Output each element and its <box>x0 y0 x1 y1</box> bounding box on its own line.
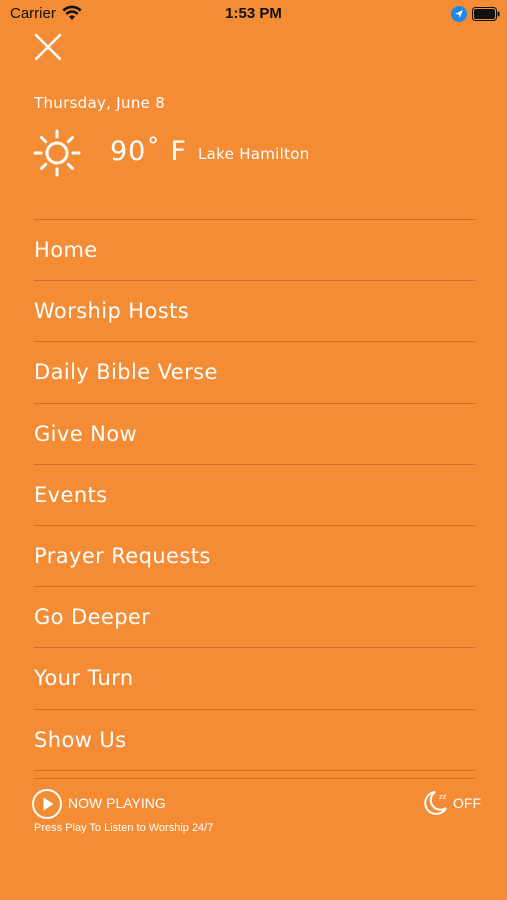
divider <box>34 778 475 779</box>
menu-item-daily-bible-verse[interactable]: Daily Bible Verse <box>34 342 475 404</box>
menu-item-events[interactable]: Events <box>34 465 475 526</box>
location-services-icon <box>451 6 467 22</box>
sleep-timer-label: OFF <box>453 795 481 811</box>
temperature: 90˚ F <box>110 136 187 167</box>
play-button[interactable] <box>31 788 63 820</box>
battery-icon <box>472 7 500 21</box>
sun-icon <box>33 129 81 177</box>
close-button[interactable] <box>33 32 63 62</box>
svg-text:zz: zz <box>439 793 447 801</box>
menu-item-prayer-requests[interactable]: Prayer Requests <box>34 526 475 588</box>
weather-location: Lake Hamilton <box>198 145 310 163</box>
menu-item-show-us[interactable]: Show Us <box>34 710 475 771</box>
close-icon <box>34 33 62 61</box>
menu-item-your-turn[interactable]: Your Turn <box>34 648 475 710</box>
sleep-moon-icon: zz <box>424 791 447 815</box>
menu-item-home[interactable]: Home <box>34 220 475 282</box>
menu-item-worship-hosts[interactable]: Worship Hosts <box>34 281 475 343</box>
menu-item-go-deeper[interactable]: Go Deeper <box>34 587 475 649</box>
sleep-timer-toggle[interactable]: zz OFF <box>421 788 483 818</box>
navigation-menu: Home Worship Hosts Daily Bible Verse Giv… <box>34 219 475 771</box>
status-time: 1:53 PM <box>225 5 282 22</box>
status-bar: Carrier 1:53 PM <box>0 0 507 28</box>
weather-date: Thursday, June 8 <box>34 94 166 112</box>
now-playing-label: NOW PLAYING <box>68 795 166 811</box>
player-subtitle: Press Play To Listen to Worship 24/7 <box>34 822 214 834</box>
menu-item-give-now[interactable]: Give Now <box>34 404 475 465</box>
